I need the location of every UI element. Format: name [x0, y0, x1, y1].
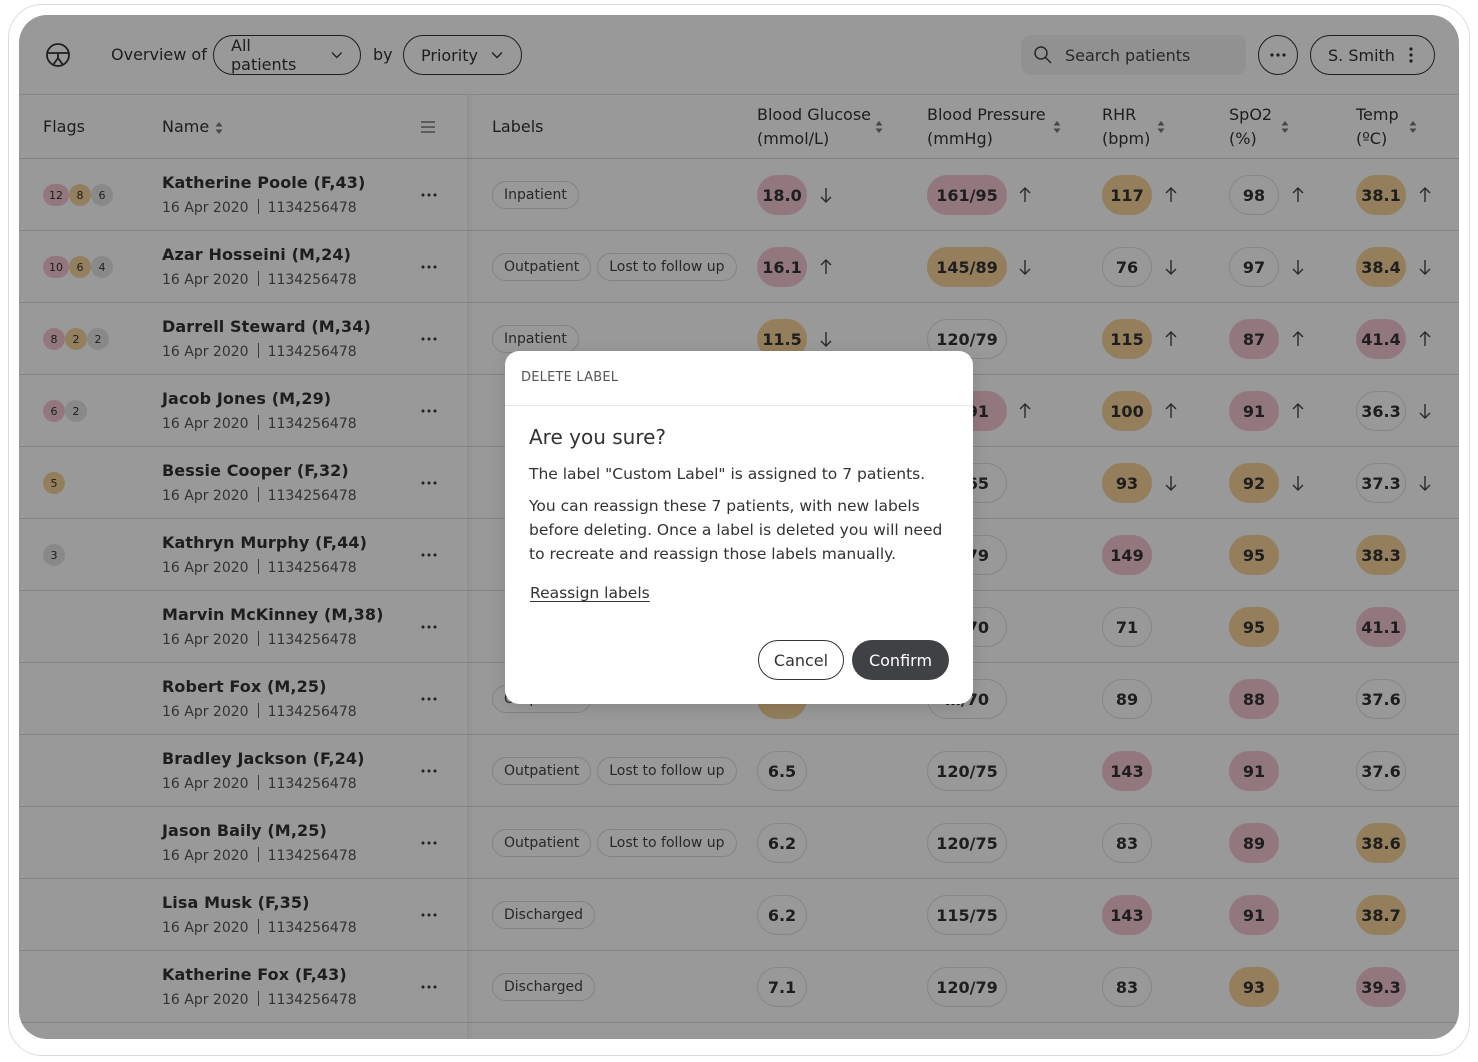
- dialog-header: DELETE LABEL: [505, 351, 973, 406]
- confirm-button[interactable]: Confirm: [852, 640, 949, 680]
- delete-label-dialog: DELETE LABEL Are you sure? The label "Cu…: [505, 351, 973, 704]
- cancel-button[interactable]: Cancel: [758, 640, 844, 680]
- dialog-message: The label "Custom Label" is assigned to …: [529, 465, 926, 483]
- dialog-title: Are you sure?: [529, 425, 667, 449]
- dialog-detail: You can reassign these 7 patients, with …: [529, 497, 943, 563]
- reassign-labels-link[interactable]: Reassign labels: [530, 584, 650, 602]
